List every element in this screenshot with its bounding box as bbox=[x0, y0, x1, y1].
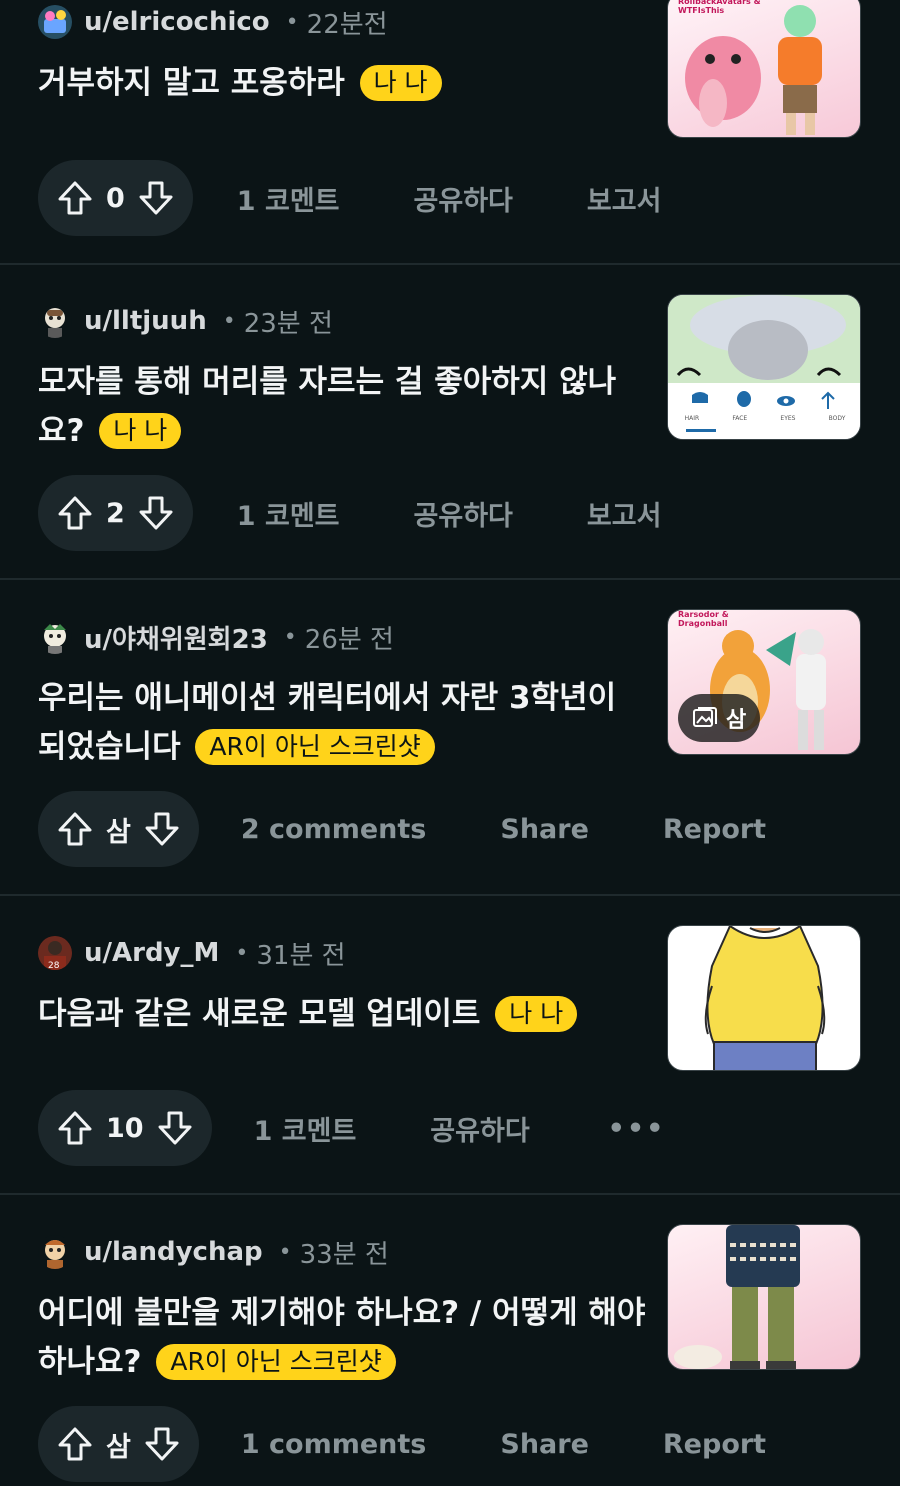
upvote-icon[interactable] bbox=[56, 179, 94, 217]
post-thumbnail[interactable]: RollbackAvatars & WTFIsThis bbox=[667, 0, 861, 138]
downvote-icon[interactable] bbox=[137, 179, 175, 217]
vote-pill: 삼 bbox=[38, 1406, 199, 1482]
eyes-tab-label: EYES bbox=[780, 415, 796, 422]
vote-score: 0 bbox=[106, 182, 125, 214]
downvote-icon[interactable] bbox=[156, 1109, 194, 1147]
report-button[interactable]: Report bbox=[663, 1429, 766, 1460]
post-actions: 삼 2 comments Share Report bbox=[38, 791, 766, 867]
comments-button[interactable]: 1 코멘트 bbox=[237, 179, 340, 218]
gallery-icon bbox=[693, 707, 717, 727]
post-thumbnail[interactable]: Rarsodor & Dragonball 삼 bbox=[667, 609, 861, 755]
post-title[interactable]: 어디에 불만을 제기해야 하나요? / 어떻게 해야 하나요? AR이 아닌 스… bbox=[38, 1289, 658, 1387]
face-tab-label: FACE bbox=[732, 415, 748, 422]
post-meta: 28 u/Ardy_M • 31분 전 bbox=[38, 933, 346, 973]
gallery-badge[interactable]: 삼 bbox=[678, 694, 761, 742]
post-flair[interactable]: 나 나 bbox=[359, 65, 442, 101]
user-avatar[interactable] bbox=[38, 620, 72, 654]
post-actions: 10 1 코멘트 공유하다 ••• bbox=[38, 1090, 665, 1166]
share-button[interactable]: Share bbox=[500, 1429, 589, 1460]
post-author[interactable]: u/elricochico bbox=[84, 7, 270, 37]
downvote-icon[interactable] bbox=[143, 1425, 181, 1463]
post-flair[interactable]: 나 나 bbox=[495, 996, 578, 1032]
report-button[interactable]: Report bbox=[663, 814, 766, 845]
comments-button[interactable]: 2 comments bbox=[241, 814, 427, 845]
svg-text:28: 28 bbox=[48, 961, 60, 970]
user-avatar[interactable] bbox=[38, 304, 72, 338]
thumbnail-caption: Rarsodor & Dragonball bbox=[678, 610, 729, 628]
post-actions: 2 1 코멘트 공유하다 보고서 bbox=[38, 475, 661, 551]
share-button[interactable]: 공유하다 bbox=[414, 494, 513, 533]
post-meta: u/landychap • 33분 전 bbox=[38, 1232, 389, 1272]
post-title[interactable]: 다음과 같은 새로운 모델 업데이트 나 나 bbox=[38, 990, 638, 1039]
share-button[interactable]: 공유하다 bbox=[430, 1109, 529, 1148]
post-author[interactable]: u/lltjuuh bbox=[84, 306, 207, 336]
upvote-icon[interactable] bbox=[56, 1425, 94, 1463]
gallery-count: 삼 bbox=[726, 708, 747, 733]
thumbnail-caption: RollbackAvatars & WTFIsThis bbox=[678, 0, 761, 15]
share-button[interactable]: Share bbox=[500, 814, 589, 845]
sweater-avatar-image bbox=[674, 1225, 800, 1369]
hair-tab-label: HAIR bbox=[684, 415, 700, 422]
post-time: 22분전 bbox=[306, 9, 388, 40]
post-author[interactable]: u/landychap bbox=[84, 1237, 263, 1267]
user-avatar[interactable]: 28 bbox=[38, 936, 72, 970]
post-time: 31분 전 bbox=[256, 940, 346, 971]
post-title[interactable]: 우리는 애니메이션 캐릭터에서 자란 3학년이 되었습니다 AR이 아닌 스크린… bbox=[38, 674, 638, 772]
yellow-shirt-character-image bbox=[704, 926, 826, 1070]
post-actions: 0 1 코멘트 공유하다 보고서 bbox=[38, 160, 661, 236]
post-thumbnail[interactable] bbox=[667, 1224, 861, 1370]
vote-pill: 0 bbox=[38, 160, 193, 236]
post-meta: u/elricochico • 22분전 bbox=[38, 2, 388, 42]
upvote-icon[interactable] bbox=[56, 810, 94, 848]
post-flair[interactable]: 나 나 bbox=[99, 413, 182, 449]
upvote-icon[interactable] bbox=[56, 494, 94, 532]
post-time: 33분 전 bbox=[299, 1239, 389, 1270]
vote-score: 삼 bbox=[106, 1431, 131, 1463]
post-title[interactable]: 모자를 통해 머리를 자르는 걸 좋아하지 않나요? 나 나 bbox=[38, 358, 638, 456]
comments-button[interactable]: 1 comments bbox=[241, 1429, 427, 1460]
upvote-icon[interactable] bbox=[56, 1109, 94, 1147]
post-meta: u/야채위원회23 • 26분 전 bbox=[38, 617, 394, 657]
post-actions: 삼 1 comments Share Report bbox=[38, 1406, 766, 1482]
post-thumbnail[interactable]: HAIR FACE EYES BODY bbox=[667, 294, 861, 440]
vote-score: 10 bbox=[106, 1112, 144, 1144]
post-divider bbox=[0, 263, 900, 265]
vote-pill: 2 bbox=[38, 475, 193, 551]
share-button[interactable]: 공유하다 bbox=[414, 179, 513, 218]
vote-score: 2 bbox=[106, 497, 125, 529]
post-title[interactable]: 거부하지 말고 포옹하라 나 나 bbox=[38, 59, 638, 108]
more-options-icon[interactable]: ••• bbox=[608, 1113, 666, 1144]
post-author[interactable]: u/야채위원회23 bbox=[84, 619, 268, 656]
vote-pill: 10 bbox=[38, 1090, 212, 1166]
vote-pill: 삼 bbox=[38, 791, 199, 867]
report-button[interactable]: 보고서 bbox=[587, 494, 662, 533]
post-time: 23분 전 bbox=[243, 308, 333, 339]
post-thumbnail[interactable] bbox=[667, 925, 861, 1071]
post-author[interactable]: u/Ardy_M bbox=[84, 938, 219, 968]
post-divider bbox=[0, 1193, 900, 1195]
downvote-icon[interactable] bbox=[143, 810, 181, 848]
post-meta: u/lltjuuh • 23분 전 bbox=[38, 301, 333, 341]
comments-button[interactable]: 1 코멘트 bbox=[254, 1109, 357, 1148]
lickitung-avatar-image bbox=[685, 5, 822, 135]
downvote-icon[interactable] bbox=[137, 494, 175, 532]
user-avatar[interactable] bbox=[38, 1235, 72, 1269]
comments-button[interactable]: 1 코멘트 bbox=[237, 494, 340, 533]
post-flair[interactable]: AR이 아닌 스크린샷 bbox=[195, 729, 435, 765]
body-tab-label: BODY bbox=[828, 415, 846, 422]
report-button[interactable]: 보고서 bbox=[587, 179, 662, 218]
vote-score: 삼 bbox=[106, 816, 131, 848]
post-time: 26분 전 bbox=[304, 624, 394, 655]
user-avatar[interactable] bbox=[38, 5, 72, 39]
post-divider bbox=[0, 894, 900, 896]
post-divider bbox=[0, 578, 900, 580]
post-flair[interactable]: AR이 아닌 스크린샷 bbox=[156, 1344, 396, 1380]
